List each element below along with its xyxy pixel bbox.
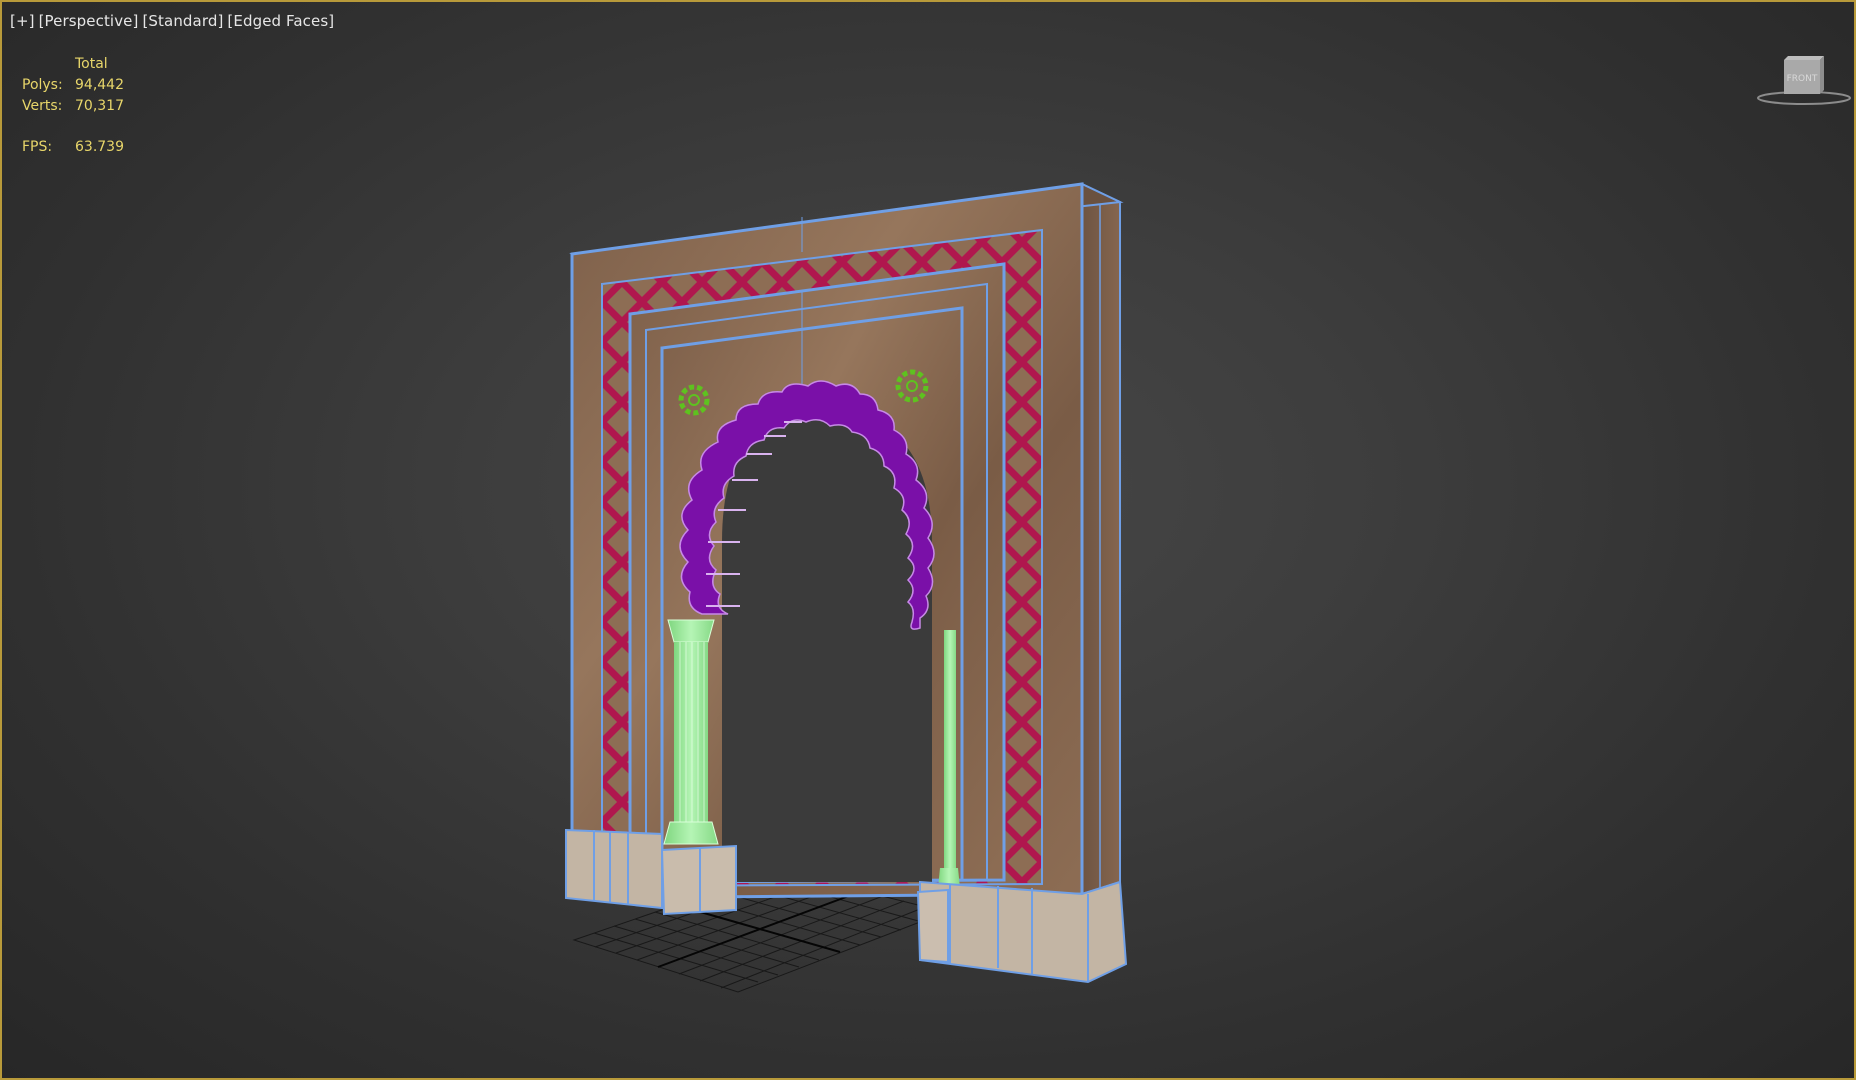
perspective-viewport[interactable]: [+] [Perspective] [Standard] [Edged Face… bbox=[0, 0, 1856, 1080]
base-blocks-right bbox=[916, 880, 1128, 984]
frame-side-face bbox=[1081, 182, 1121, 896]
scene-3d[interactable] bbox=[2, 2, 1854, 1078]
